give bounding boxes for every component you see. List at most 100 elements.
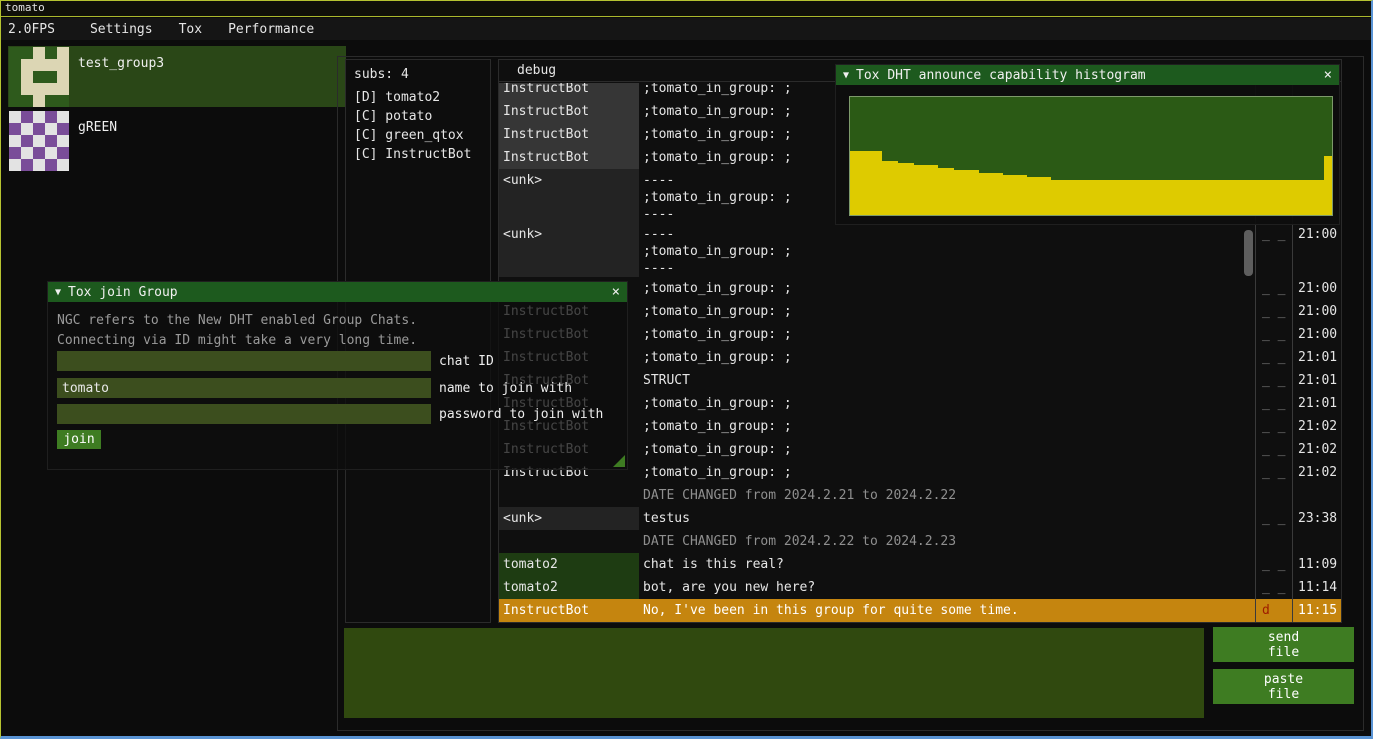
sender-name: <unk> <box>499 223 639 277</box>
message-text: ;tomato_in_group: ; <box>639 323 1255 346</box>
subs-list-item[interactable]: [C] InstructBot <box>346 145 490 164</box>
collapse-arrow-icon[interactable]: ▼ <box>55 287 61 298</box>
sender-name: tomato2 <box>499 576 639 599</box>
message-row[interactable]: <unk>---- ;tomato_in_group: ; ----_ _21:… <box>499 223 1341 277</box>
histogram-bar <box>1195 180 1203 215</box>
contact-item[interactable]: gREEN <box>8 110 346 171</box>
paste-file-button[interactable]: paste file <box>1213 669 1354 704</box>
delivery-indicator: _ _ <box>1255 346 1292 369</box>
histogram-bar <box>962 170 970 215</box>
message-row[interactable]: <unk>testus_ _23:38 <box>499 507 1341 530</box>
avatar-pixel <box>45 47 57 59</box>
avatar-pixel <box>33 147 45 159</box>
delivery-indicator: _ _ <box>1255 415 1292 438</box>
chat-scrollbar-thumb[interactable] <box>1244 230 1253 276</box>
dht-histogram-plot <box>849 96 1333 216</box>
message-text: ;tomato_in_group: ; <box>639 346 1255 369</box>
message-time: 11:14 <box>1292 576 1341 599</box>
message-text: ;tomato_in_group: ; <box>639 415 1255 438</box>
contact-item[interactable]: test_group3 <box>8 46 346 107</box>
avatar-pixel <box>33 47 45 59</box>
sender-name: tomato2 <box>499 553 639 576</box>
avatar-pixel <box>33 123 45 135</box>
close-icon[interactable]: × <box>612 284 620 300</box>
avatar-pixel <box>9 111 21 123</box>
join-password-input[interactable] <box>57 404 431 424</box>
message-text: DATE CHANGED from 2024.2.21 to 2024.2.22 <box>639 484 1255 507</box>
resize-grip[interactable] <box>613 455 625 467</box>
join-button[interactable]: join <box>57 430 101 449</box>
message-time: 11:15 <box>1292 599 1341 622</box>
avatar-pixel <box>21 147 33 159</box>
histogram-bar <box>1292 180 1300 215</box>
delivery-indicator: _ _ <box>1255 553 1292 576</box>
message-row[interactable]: InstructBotNo, I've been in this group f… <box>499 599 1341 622</box>
histogram-bar <box>1171 180 1179 215</box>
histogram-bar <box>1155 180 1163 215</box>
histogram-bar <box>1244 180 1252 215</box>
histogram-bar <box>1035 177 1043 215</box>
histogram-bar <box>1027 177 1035 215</box>
message-time: 21:00 <box>1292 277 1341 300</box>
subs-list-item[interactable]: [C] potato <box>346 107 490 126</box>
histogram-bar <box>922 165 930 215</box>
dht-histogram-window: ▼ Tox DHT announce capability histogram … <box>835 64 1340 225</box>
menu-item-settings[interactable]: Settings <box>77 22 166 37</box>
date-separator-row[interactable]: DATE CHANGED from 2024.2.21 to 2024.2.22 <box>499 484 1341 507</box>
titlebar[interactable]: tomato <box>0 0 1373 17</box>
avatar-pixel <box>57 147 69 159</box>
subs-header: subs: 4 <box>346 60 490 88</box>
avatar-pixel <box>57 159 69 171</box>
message-time: 21:01 <box>1292 392 1341 415</box>
avatar-pixel <box>9 147 21 159</box>
close-icon[interactable]: × <box>1324 67 1332 83</box>
histogram-bar <box>1099 180 1107 215</box>
join-name-label: name to join with <box>439 381 572 396</box>
histogram-bar <box>1147 180 1155 215</box>
avatar-pixel <box>21 123 33 135</box>
message-row[interactable]: tomato2bot, are you new here?_ _11:14 <box>499 576 1341 599</box>
message-time: 21:02 <box>1292 461 1341 484</box>
message-text: STRUCT <box>639 369 1255 392</box>
sender-name: InstructBot <box>499 146 639 169</box>
message-text: DATE CHANGED from 2024.2.22 to 2024.2.23 <box>639 530 1255 553</box>
message-text: ---- ;tomato_in_group: ; ---- <box>639 223 1255 277</box>
histogram-bar <box>946 168 954 215</box>
menu-item-tox[interactable]: Tox <box>166 22 215 37</box>
date-separator-row[interactable]: DATE CHANGED from 2024.2.22 to 2024.2.23 <box>499 530 1341 553</box>
delivery-indicator: _ _ <box>1255 392 1292 415</box>
subs-list-item[interactable]: [D] tomato2 <box>346 88 490 107</box>
collapse-arrow-icon[interactable]: ▼ <box>843 70 849 81</box>
avatar-pixel <box>33 111 45 123</box>
join-name-input[interactable] <box>57 378 431 398</box>
paste-file-label-line1: paste <box>1264 672 1303 687</box>
sender-name <box>499 530 639 553</box>
histogram-bar <box>1227 180 1235 215</box>
send-file-button[interactable]: send file <box>1213 627 1354 662</box>
subs-list-item[interactable]: [C] green_qtox <box>346 126 490 145</box>
histogram-bar <box>1107 180 1115 215</box>
contact-list: test_group3gREEN <box>8 46 346 171</box>
avatar-pixel <box>45 83 57 95</box>
tab-debug[interactable]: debug <box>517 63 556 78</box>
histogram-bar <box>1284 180 1292 215</box>
histogram-bar <box>1123 180 1131 215</box>
avatar-pixel <box>21 59 33 71</box>
histogram-bar <box>858 151 866 215</box>
menubar: 2.0FPS Settings Tox Performance <box>0 18 1373 40</box>
avatar-pixel <box>45 135 57 147</box>
histogram-bar <box>1051 180 1059 215</box>
join-window-titlebar[interactable]: ▼ Tox join Group × <box>48 282 627 302</box>
menu-item-performance[interactable]: Performance <box>215 22 327 37</box>
histogram-bar <box>1163 180 1171 215</box>
histogram-bar <box>1011 175 1019 215</box>
message-input[interactable] <box>344 628 1204 718</box>
message-row[interactable]: tomato2chat is this real?_ _11:09 <box>499 553 1341 576</box>
histogram-window-titlebar[interactable]: ▼ Tox DHT announce capability histogram … <box>836 65 1339 85</box>
avatar-pixel <box>9 95 21 107</box>
delivery-indicator: _ _ <box>1255 223 1292 277</box>
message-time: 21:01 <box>1292 346 1341 369</box>
avatar-pixel <box>45 147 57 159</box>
message-time: 11:09 <box>1292 553 1341 576</box>
chat-id-input[interactable] <box>57 351 431 371</box>
